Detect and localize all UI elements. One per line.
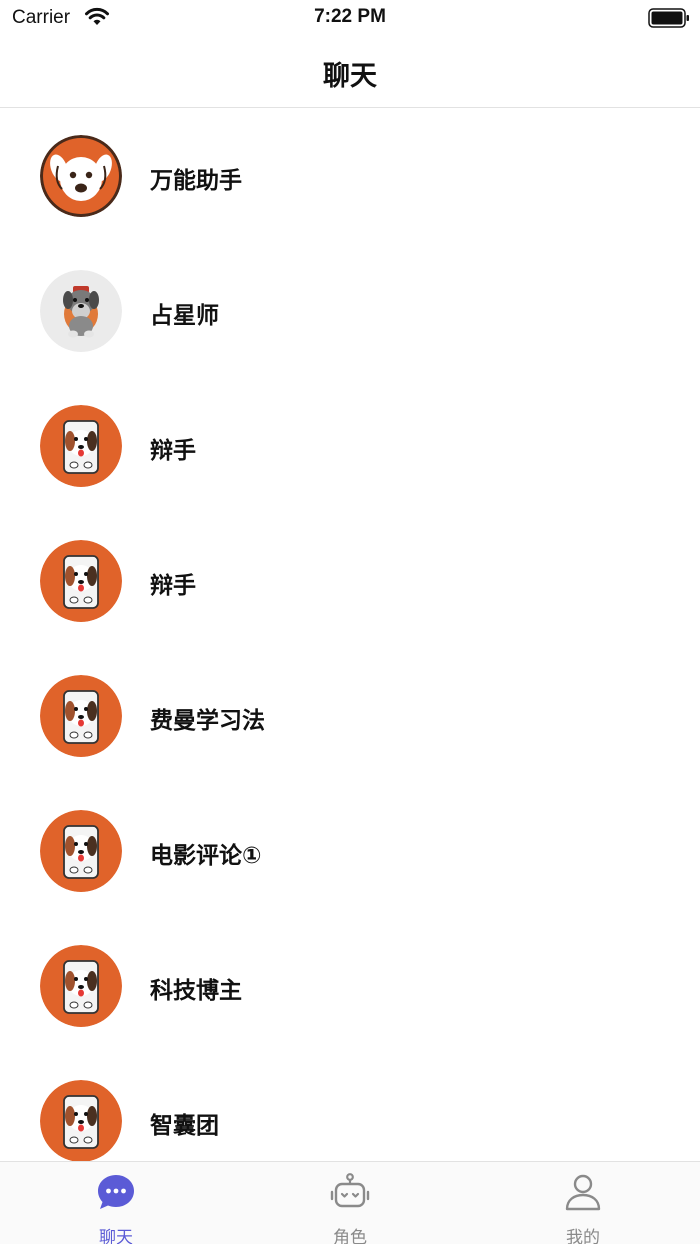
chat-bubble-icon — [96, 1172, 136, 1212]
chat-name: 智囊团 — [150, 1113, 219, 1139]
chat-row[interactable]: 辩手 — [0, 379, 700, 514]
chat-name: 辩手 — [150, 573, 196, 599]
chat-name: 辩手 — [150, 438, 196, 464]
tab-label: 角色 — [333, 1228, 367, 1244]
tab-mine[interactable]: 我的 — [513, 1162, 653, 1244]
status-time: 7:22 PM — [314, 6, 386, 27]
battery-icon — [648, 8, 690, 32]
phone-dog-icon — [40, 405, 122, 487]
page-title: 聊天 — [323, 61, 377, 92]
schnauzer-dog-icon — [40, 270, 122, 352]
phone-dog-icon — [40, 540, 122, 622]
phone-dog-icon — [40, 810, 122, 892]
tab-roles[interactable]: 角色 — [280, 1162, 420, 1244]
chat-row[interactable]: 万能助手 — [0, 109, 700, 244]
nav-bar: 聊天 — [0, 36, 700, 108]
tab-label: 聊天 — [99, 1228, 133, 1244]
tab-chat[interactable]: 聊天 — [46, 1162, 186, 1244]
chat-list[interactable]: 万能助手 占星师 辩手 辩手 费曼学习法 电影评论① 科技博主 智囊团 — [0, 109, 700, 1161]
phone-dog-icon — [40, 945, 122, 1027]
chat-row[interactable]: 辩手 — [0, 514, 700, 649]
person-icon — [563, 1172, 603, 1212]
white-dog-face-icon — [40, 135, 122, 217]
chat-name: 科技博主 — [150, 978, 242, 1004]
tab-bar: 聊天 角色 我的 — [0, 1161, 700, 1244]
chat-row[interactable]: 费曼学习法 — [0, 649, 700, 784]
tab-label: 我的 — [566, 1228, 600, 1244]
phone-dog-icon — [40, 1080, 122, 1161]
chat-row[interactable]: 占星师 — [0, 244, 700, 379]
chat-row[interactable]: 科技博主 — [0, 919, 700, 1054]
phone-dog-icon — [40, 675, 122, 757]
chat-row[interactable]: 智囊团 — [0, 1054, 700, 1161]
chat-name: 占星师 — [150, 303, 219, 329]
status-bar: Carrier 7:22 PM — [0, 0, 700, 36]
chat-name: 电影评论① — [150, 843, 262, 869]
chat-name: 费曼学习法 — [150, 708, 265, 734]
chat-name: 万能助手 — [150, 168, 242, 194]
robot-icon — [330, 1172, 370, 1212]
chat-row[interactable]: 电影评论① — [0, 784, 700, 919]
